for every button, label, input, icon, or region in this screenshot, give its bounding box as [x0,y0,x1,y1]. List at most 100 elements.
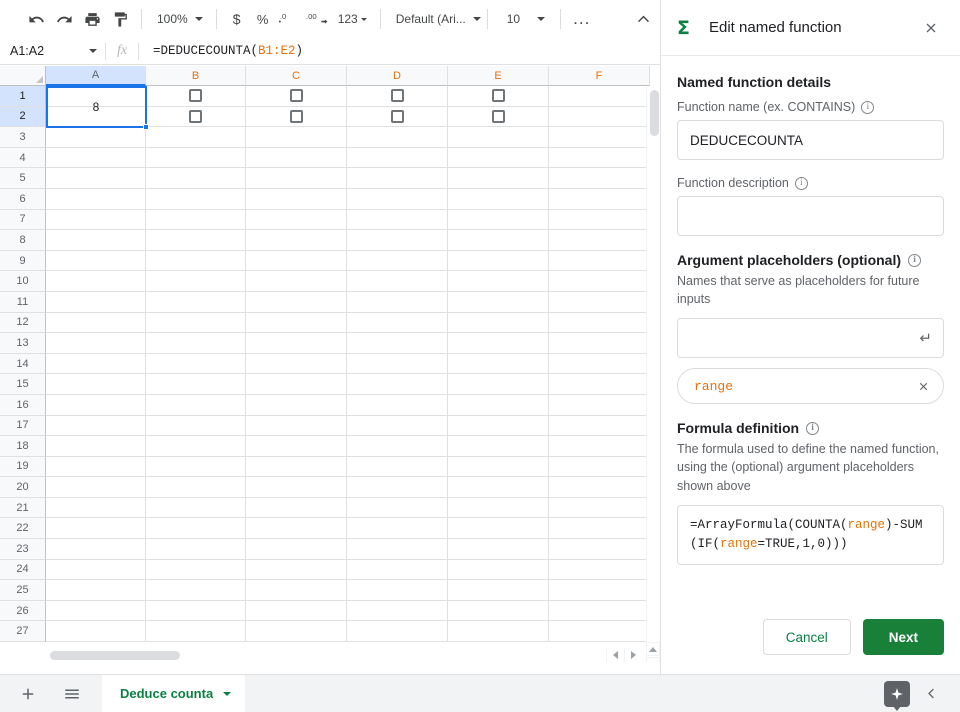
decrease-decimal-button[interactable]: .0 [276,5,304,33]
cell-A9[interactable] [46,250,146,272]
cell-F11[interactable] [549,291,650,313]
column-header-c[interactable]: C [246,66,347,86]
info-icon[interactable]: i [861,100,875,114]
argument-placeholder-input[interactable] [677,318,944,359]
cell-D4[interactable] [347,147,448,169]
row-header-11[interactable]: 11 [0,291,46,313]
cell-D3[interactable] [347,127,448,148]
undo-icon[interactable] [22,5,50,33]
cell-E27[interactable] [448,621,549,643]
column-header-f[interactable]: F [549,66,650,86]
cell-E7[interactable] [448,209,549,231]
vertical-scroll-thumb[interactable] [650,90,659,136]
cell-B22[interactable] [146,518,246,540]
currency-format-button[interactable]: $ [224,5,250,33]
cell-D8[interactable] [347,230,448,251]
cell-C1[interactable] [246,86,347,107]
cell-C7[interactable] [246,209,347,231]
checkbox-E1[interactable] [491,89,505,103]
info-icon[interactable]: i [908,253,922,267]
cell-C16[interactable] [246,394,347,416]
cell-B1[interactable] [146,86,246,107]
cell-A27[interactable] [46,621,146,643]
cell-C17[interactable] [246,415,347,437]
cell-F13[interactable] [549,333,650,354]
cell-D6[interactable] [347,188,448,210]
cell-F7[interactable] [549,209,650,231]
cell-E21[interactable] [448,497,549,519]
cell-C6[interactable] [246,188,347,210]
cell-D14[interactable] [347,353,448,375]
checkbox-D2[interactable] [390,109,404,123]
cell-B2[interactable] [146,106,246,128]
cell-E14[interactable] [448,353,549,375]
cell-A20[interactable] [46,477,146,498]
cell-B23[interactable] [146,539,246,560]
cell-A19[interactable] [46,456,146,478]
add-sheet-icon[interactable] [12,678,44,710]
cell-D19[interactable] [347,456,448,478]
row-header-5[interactable]: 5 [0,168,46,189]
cell-C22[interactable] [246,518,347,540]
cell-D16[interactable] [347,394,448,416]
cell-F8[interactable] [549,230,650,251]
row-header-23[interactable]: 23 [0,539,46,560]
collapse-toolbar-icon[interactable] [630,5,658,33]
paint-format-icon[interactable] [106,5,134,33]
cell-B16[interactable] [146,394,246,416]
scroll-up-button[interactable] [646,642,660,656]
cell-D23[interactable] [347,539,448,560]
cell-D11[interactable] [347,291,448,313]
cell-C8[interactable] [246,230,347,251]
more-options-icon[interactable]: ... [568,5,596,33]
formula-definition-input[interactable]: =ArrayFormula(COUNTA(range)-SUM(IF(range… [677,504,944,566]
hide-panel-icon[interactable] [916,679,946,709]
cell-E16[interactable] [448,394,549,416]
cell-D1[interactable] [347,86,448,107]
cell-A6[interactable] [46,188,146,210]
cell-B13[interactable] [146,333,246,354]
cell-E2[interactable] [448,106,549,128]
cell-D20[interactable] [347,477,448,498]
cell-D12[interactable] [347,312,448,334]
info-icon[interactable]: i [806,421,820,435]
cell-E8[interactable] [448,230,549,251]
cell-B18[interactable] [146,436,246,457]
column-header-b[interactable]: B [146,66,246,86]
cell-A25[interactable] [46,580,146,601]
cell-D25[interactable] [347,580,448,601]
cell-B21[interactable] [146,497,246,519]
info-icon[interactable]: i [794,176,808,190]
cancel-button[interactable]: Cancel [762,619,851,655]
cell-B4[interactable] [146,147,246,169]
cell-D26[interactable] [347,600,448,622]
increase-decimal-button[interactable]: .00 [304,5,332,33]
checkbox-C2[interactable] [289,109,303,123]
cell-C14[interactable] [246,353,347,375]
cell-C15[interactable] [246,374,347,395]
row-header-14[interactable]: 14 [0,353,46,375]
row-header-2[interactable]: 2 [0,106,46,128]
cell-D7[interactable] [347,209,448,231]
cell-B27[interactable] [146,621,246,643]
remove-argument-icon[interactable] [911,374,935,398]
cell-B20[interactable] [146,477,246,498]
cell-B11[interactable] [146,291,246,313]
cell-C24[interactable] [246,559,347,581]
cell-F22[interactable] [549,518,650,540]
cell-C23[interactable] [246,539,347,560]
cell-E10[interactable] [448,271,549,292]
cell-B15[interactable] [146,374,246,395]
cell-E9[interactable] [448,250,549,272]
cell-A14[interactable] [46,353,146,375]
cell-C19[interactable] [246,456,347,478]
cell-D9[interactable] [347,250,448,272]
cell-D15[interactable] [347,374,448,395]
cell-A3[interactable] [46,127,146,148]
merged-cell-a1a2-value[interactable]: 8 [46,86,146,127]
cell-C18[interactable] [246,436,347,457]
select-all-corner[interactable] [0,66,46,86]
cell-E11[interactable] [448,291,549,313]
cell-E26[interactable] [448,600,549,622]
sheet-tab-deduce-counta[interactable]: Deduce counta [102,674,246,712]
